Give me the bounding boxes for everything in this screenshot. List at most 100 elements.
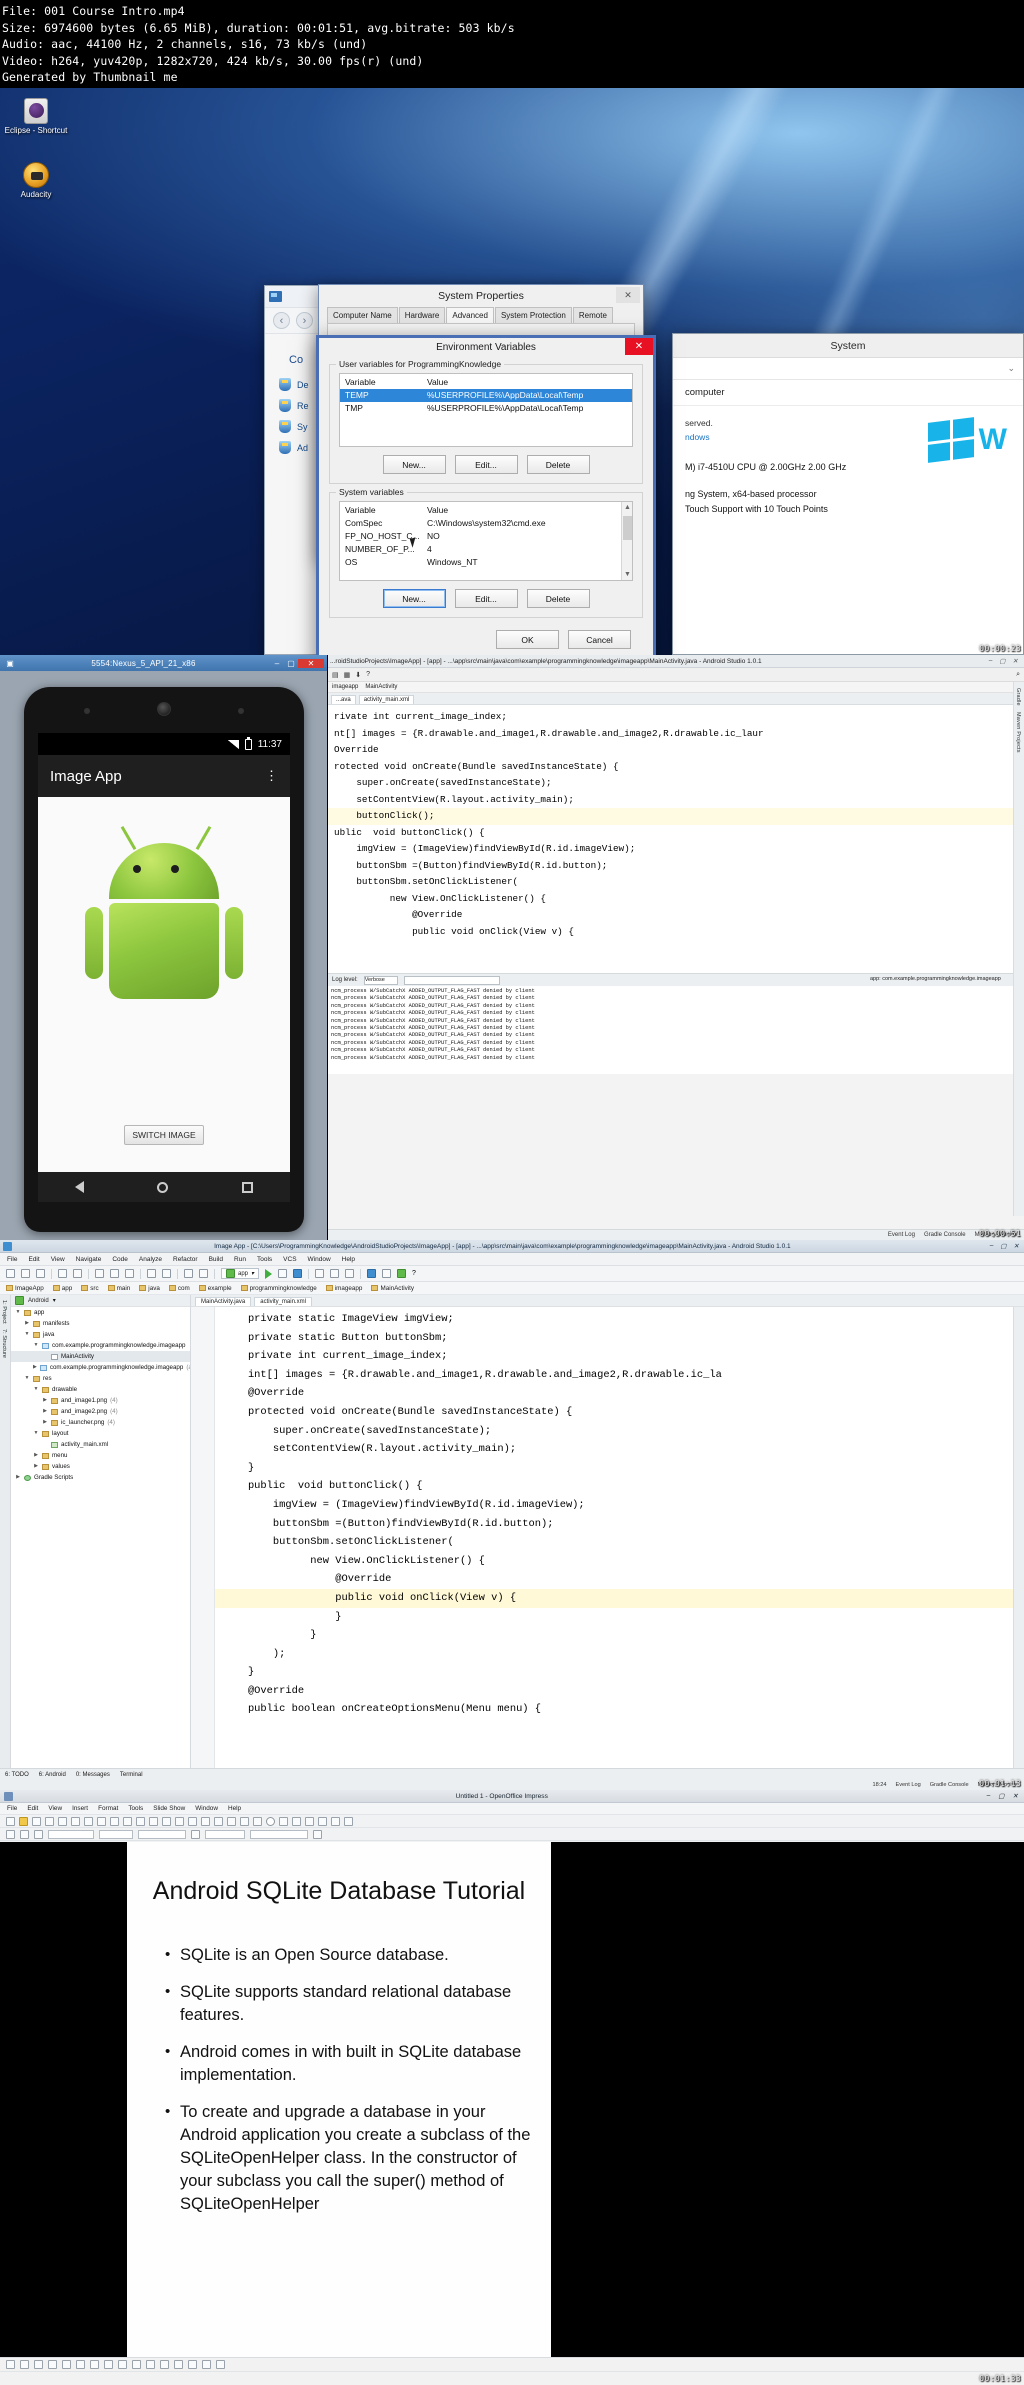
nav-recents-icon[interactable]	[242, 1181, 254, 1193]
search-icon[interactable]: ⌕	[1016, 671, 1020, 679]
show-grid-icon[interactable]	[253, 1816, 262, 1826]
chevron-down-icon[interactable]: ▼	[24, 1373, 30, 1384]
new-document-icon[interactable]	[6, 1816, 15, 1826]
bottom-tab-android[interactable]: 6: Android	[39, 1772, 66, 1778]
logcat-output[interactable]: ncm_process W/SubCatchX ADDED_OUTPUT_FLA…	[328, 986, 1024, 1074]
slide-transition-icon[interactable]	[344, 1816, 353, 1826]
help-icon[interactable]: ?	[412, 1270, 416, 1277]
studio3-editor[interactable]: MainActivity.java activity_main.xml priv…	[191, 1295, 1024, 1768]
system-variables-table[interactable]: Variable Value ComSpec C:\Windows\system…	[339, 501, 633, 581]
menu-code[interactable]: Code	[112, 1256, 128, 1263]
minimize-icon[interactable]: –	[989, 657, 993, 665]
chevron-right-icon[interactable]: ▶	[42, 1406, 48, 1417]
scroll-down-icon[interactable]: ▼	[622, 569, 632, 580]
user-edit-button[interactable]: Edit...	[454, 455, 518, 474]
tree-node[interactable]: ▼ layout	[11, 1428, 190, 1439]
close-icon[interactable]: ✕	[1014, 1242, 1019, 1250]
system-variables-scrollbar[interactable]: ▲ ▼	[621, 502, 632, 580]
status-gradle-console[interactable]: Gradle Console	[930, 1782, 969, 1788]
undo-icon[interactable]	[58, 1269, 67, 1278]
chevron-right-icon[interactable]: ▶	[33, 1450, 39, 1461]
phone-screen[interactable]: 11:37 Image App ⋮ SWITCH IMAGE	[38, 733, 290, 1173]
bottom-tab-terminal[interactable]: Terminal	[120, 1772, 143, 1778]
cancel-button[interactable]: Cancel	[568, 630, 631, 649]
tree-node[interactable]: ▼ app	[11, 1307, 190, 1318]
left-tab-structure[interactable]: 7: Structure	[0, 1324, 7, 1358]
undo-icon[interactable]	[188, 1816, 197, 1826]
system-edit-button[interactable]: Edit...	[454, 589, 518, 608]
nav-back-icon[interactable]	[74, 1181, 84, 1193]
log-app-filter[interactable]: app: com.example.programmingknowledge.im…	[870, 976, 1020, 985]
status-gradle-console[interactable]: Gradle Console	[924, 1232, 966, 1238]
chevron-down-icon[interactable]: ⌄	[1007, 363, 1015, 374]
settings-icon[interactable]	[382, 1269, 392, 1278]
tab-remote[interactable]: Remote	[572, 307, 613, 323]
sdk-manager-icon[interactable]: ▦	[344, 671, 351, 679]
menu-edit[interactable]: Edit	[28, 1256, 39, 1263]
menu-tools[interactable]: Tools	[257, 1256, 272, 1263]
display-views-icon[interactable]	[266, 1816, 275, 1826]
save-all-icon[interactable]	[21, 1269, 30, 1278]
project-structure-icon[interactable]	[345, 1269, 355, 1278]
tree-node[interactable]: ▶ com.example.programmingknowledge.imagea…	[11, 1362, 190, 1373]
android-studio-window-frame2[interactable]: ...roidStudioProjects\ImageApp] - [app] …	[328, 655, 1024, 1240]
maximize-icon[interactable]: ▢	[999, 657, 1005, 665]
user-delete-button[interactable]: Delete	[526, 455, 590, 474]
minimize-icon[interactable]: –	[987, 1792, 991, 1800]
sync-icon[interactable]: ⬇	[355, 671, 361, 679]
help-icon[interactable]: ?	[366, 671, 370, 678]
chevron-down-icon[interactable]: ▼	[33, 1428, 39, 1439]
chevron-right-icon[interactable]: ▶	[24, 1318, 30, 1329]
clone-format-icon[interactable]	[175, 1816, 184, 1826]
print-icon[interactable]	[84, 1816, 93, 1826]
menu-tools[interactable]: Tools	[128, 1805, 143, 1812]
save-icon[interactable]	[32, 1816, 41, 1826]
line-color-field[interactable]	[138, 1829, 186, 1839]
chevron-right-icon[interactable]: ▶	[42, 1417, 48, 1428]
redo-icon[interactable]	[201, 1816, 210, 1826]
debug-icon[interactable]	[278, 1269, 288, 1278]
select-icon[interactable]	[6, 2360, 15, 2369]
tree-node[interactable]: ▶ manifests	[11, 1318, 190, 1329]
attach-debugger-icon[interactable]	[293, 1269, 303, 1278]
copy-icon[interactable]	[149, 1816, 158, 1826]
emulator-window[interactable]: ▣ 5554:Nexus_5_API_21_x86 – ▢ ✕ 11:37 Im…	[0, 655, 328, 1240]
user-new-button[interactable]: New...	[382, 455, 446, 474]
status-event-log[interactable]: Event Log	[896, 1782, 921, 1788]
menu-window[interactable]: Window	[195, 1805, 218, 1812]
tree-node[interactable]: ▶ Gradle Scripts	[11, 1472, 190, 1483]
back-navigation-icon[interactable]	[184, 1269, 193, 1278]
switch-image-button[interactable]: SWITCH IMAGE	[124, 1125, 204, 1145]
ok-button[interactable]: OK	[496, 630, 559, 649]
menu-slide-show[interactable]: Slide Show	[153, 1805, 185, 1812]
table-row[interactable]: ComSpec C:\Windows\system32\cmd.exe	[340, 517, 632, 530]
menu-navigate[interactable]: Navigate	[76, 1256, 102, 1263]
area-style-field[interactable]	[205, 1829, 245, 1839]
right-tab-gradle[interactable]: Gradle	[1014, 682, 1021, 706]
menu-window[interactable]: Window	[308, 1256, 331, 1263]
tree-node[interactable]: MainActivity	[11, 1351, 190, 1362]
menu-file[interactable]: File	[7, 1805, 17, 1812]
avd-manager-icon[interactable]: ▤	[332, 671, 339, 679]
system-window[interactable]: System ⌄ computer served. ndows W M) i7-…	[672, 333, 1024, 655]
align-icon[interactable]	[202, 2360, 211, 2369]
log-level-select[interactable]: Verbose	[363, 975, 398, 985]
autospellcheck-icon[interactable]	[123, 1816, 132, 1826]
bottom-tab-todo[interactable]: 6: TODO	[5, 1772, 29, 1778]
table-row[interactable]: TEMP %USERPROFILE%\AppData\Local\Temp	[340, 389, 632, 402]
minimize-icon[interactable]: –	[990, 1242, 994, 1250]
menu-build[interactable]: Build	[209, 1256, 223, 1263]
table-row[interactable]: TMP %USERPROFILE%\AppData\Local\Temp	[340, 402, 632, 415]
ellipse-icon[interactable]	[48, 2360, 57, 2369]
close-icon[interactable]: ✕	[1012, 1792, 1018, 1800]
stars-icon[interactable]	[174, 2360, 183, 2369]
menu-view[interactable]: View	[51, 1256, 65, 1263]
maximize-icon[interactable]: ▢	[1000, 1242, 1006, 1250]
find-icon[interactable]	[147, 1269, 156, 1278]
back-arrow-icon[interactable]: ‹	[273, 312, 290, 329]
scrollbar-thumb[interactable]	[623, 516, 632, 540]
close-icon[interactable]: ✕	[616, 287, 640, 303]
menu-view[interactable]: View	[48, 1805, 62, 1812]
close-icon[interactable]: ✕	[298, 658, 324, 668]
curve-icon[interactable]	[76, 2360, 85, 2369]
